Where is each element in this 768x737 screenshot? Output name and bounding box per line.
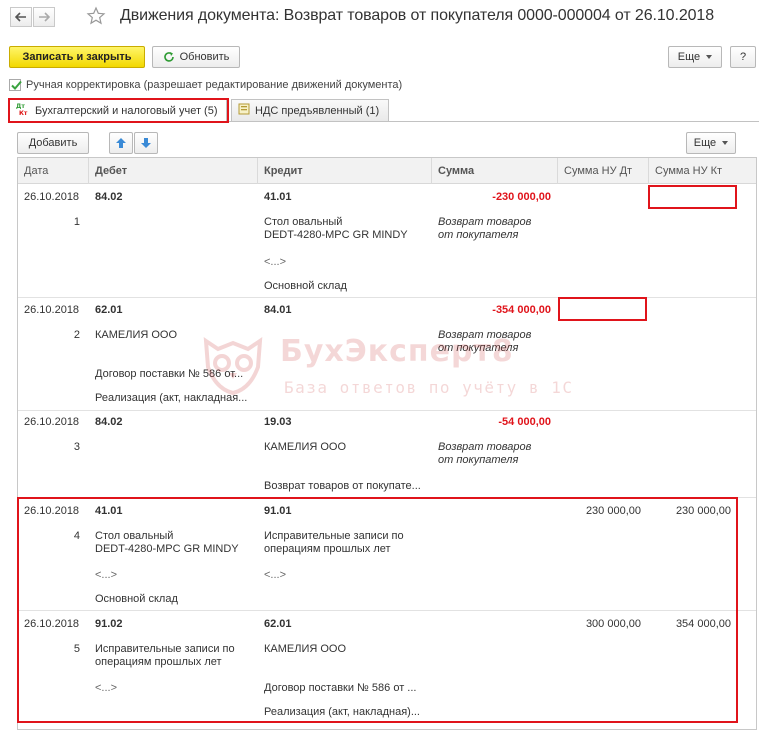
refresh-label: Обновить	[179, 51, 230, 63]
highlight-correction-rows	[17, 497, 738, 723]
row-date: 26.10.2018	[24, 416, 80, 428]
refresh-icon	[163, 52, 174, 62]
highlight-active-tab	[8, 98, 229, 123]
forward-button[interactable]	[33, 7, 55, 27]
col-sum[interactable]: Сумма	[432, 158, 558, 184]
credit-account: 84.01	[264, 304, 292, 316]
watermark-title: БухЭксперт8	[280, 334, 514, 369]
add-button[interactable]: Добавить	[17, 132, 89, 154]
move-down-button[interactable]	[134, 132, 158, 154]
manual-correction-label: Ручная корректировка (разрешает редактир…	[26, 79, 403, 91]
checkmark-icon	[11, 80, 22, 90]
credit-subconto-3: Возврат товаров от покупате...	[264, 480, 421, 492]
col-debit[interactable]: Дебет	[89, 158, 258, 184]
row-sum: -354 000,00	[492, 304, 551, 316]
manual-correction: Ручная корректировка (разрешает редактир…	[9, 79, 402, 91]
caret-down-icon	[722, 141, 729, 145]
register-icon	[238, 103, 250, 118]
table-header: Дата Дебет Кредит Сумма Сумма НУ Дт Сумм…	[18, 158, 756, 184]
watermark-subtitle: База ответов по учёту в 1С	[284, 378, 574, 397]
page-title: Движения документа: Возврат товаров от п…	[120, 7, 715, 24]
row-content: Возврат товаров от покупателя	[438, 216, 532, 241]
debit-account: 84.02	[95, 191, 123, 203]
save-and-close-button[interactable]: Записать и закрыть	[9, 46, 145, 68]
arrow-left-icon	[15, 12, 26, 22]
debit-account: 84.02	[95, 416, 123, 428]
tab-vat[interactable]: НДС предъявленный (1)	[231, 99, 389, 121]
debit-subconto-3: Реализация (акт, накладная...	[95, 392, 248, 404]
col-nu-kt[interactable]: Сумма НУ Кт	[649, 158, 756, 184]
credit-subconto-1: КАМЕЛИЯ ООО	[264, 441, 347, 453]
col-nu-dt[interactable]: Сумма НУ Дт	[558, 158, 649, 184]
more-button[interactable]: Еще	[668, 46, 722, 68]
arrow-right-icon	[39, 12, 50, 22]
row-number: 2	[73, 329, 80, 341]
debit-subconto-2: Договор поставки № 586 от...	[95, 368, 244, 380]
row-date: 26.10.2018	[24, 191, 80, 203]
col-date[interactable]: Дата	[18, 158, 89, 184]
more-label: Еще	[677, 51, 701, 63]
debit-account: 62.01	[95, 304, 123, 316]
favorite-star-icon[interactable]	[86, 6, 106, 26]
manual-correction-checkbox[interactable]	[9, 79, 22, 91]
move-up-button[interactable]	[109, 132, 133, 154]
table-more-label: Еще	[693, 137, 717, 149]
credit-subconto-1: Стол овальный DEDT-4280-MPC GR MINDY	[264, 216, 408, 241]
highlight-empty-nu-dt	[558, 297, 647, 321]
help-button[interactable]: ?	[730, 46, 756, 68]
row-number: 1	[73, 216, 80, 228]
arrow-down-icon	[141, 138, 151, 148]
highlight-empty-nu-kt	[648, 185, 737, 209]
credit-subconto-2: <...>	[264, 256, 287, 268]
credit-account: 41.01	[264, 191, 292, 203]
tab-vat-label: НДС предъявленный (1)	[255, 104, 380, 117]
table-more-button[interactable]: Еще	[686, 132, 736, 154]
caret-down-icon	[706, 55, 713, 59]
row-sum: -54 000,00	[498, 416, 551, 428]
credit-subconto-3: Основной склад	[264, 280, 347, 292]
row-sum: -230 000,00	[492, 191, 551, 203]
arrow-up-icon	[116, 138, 126, 148]
credit-account: 19.03	[264, 416, 292, 428]
row-date: 26.10.2018	[24, 304, 80, 316]
col-credit[interactable]: Кредит	[258, 158, 432, 184]
row-content: Возврат товаров от покупателя	[438, 441, 532, 466]
row-number: 3	[73, 441, 80, 453]
row-divider	[18, 410, 756, 411]
back-button[interactable]	[10, 7, 32, 27]
debit-subconto-1: КАМЕЛИЯ ООО	[95, 329, 178, 341]
refresh-button[interactable]: Обновить	[152, 46, 240, 68]
title-bar: Движения документа: Возврат товаров от п…	[0, 0, 768, 38]
